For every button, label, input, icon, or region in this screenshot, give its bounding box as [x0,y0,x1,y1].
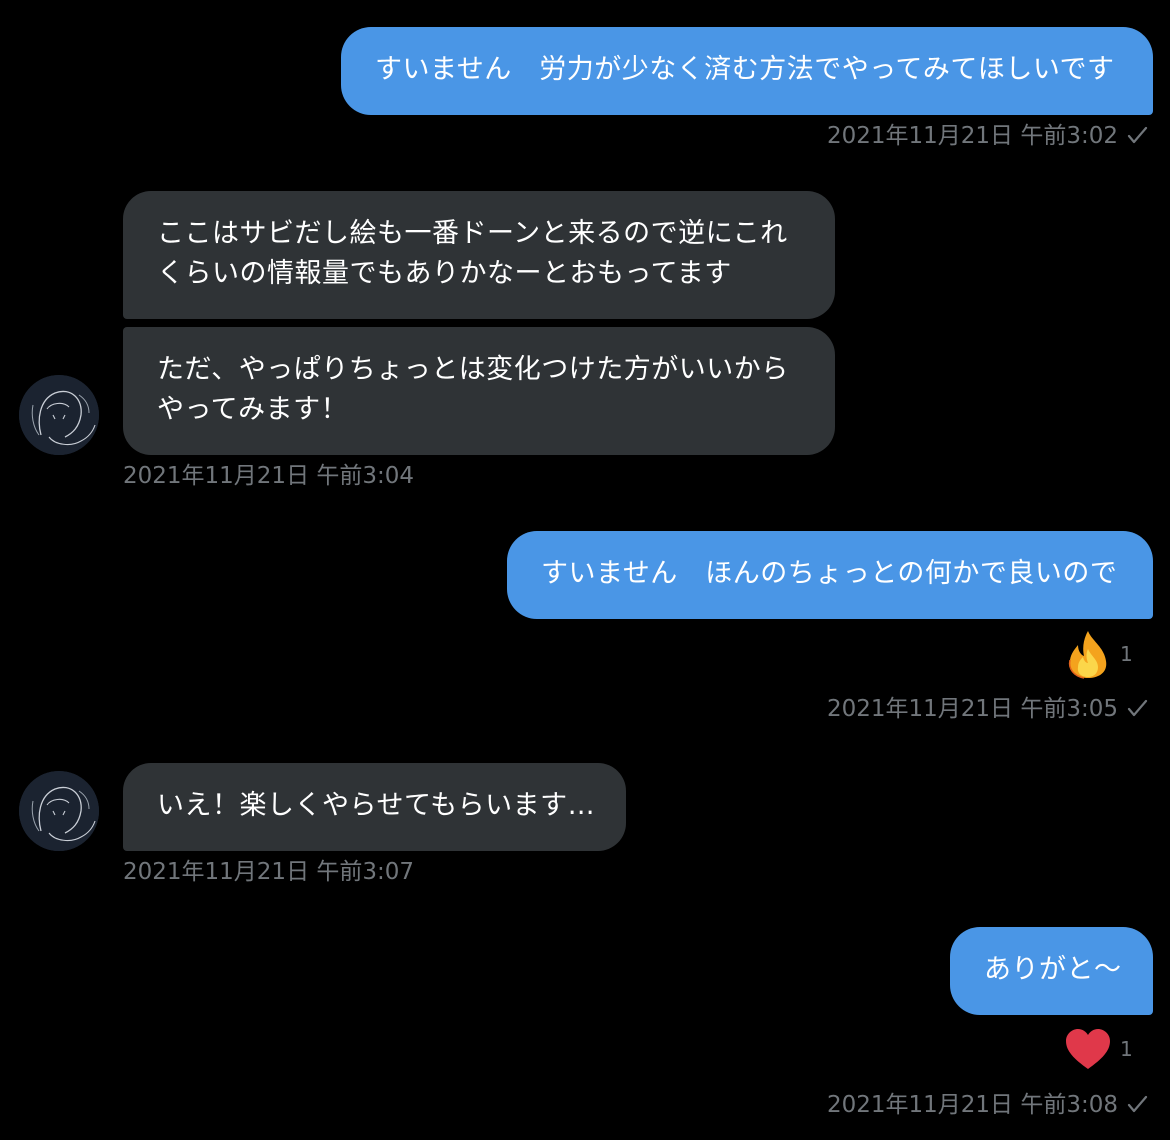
timestamp-text: 2021年11月21日 午前3:04 [123,463,415,489]
message-timestamp: 2021年11月21日 午前3:05 [827,694,1148,724]
reaction-count: 1 [1120,1037,1133,1061]
message-timestamp: 2021年11月21日 午前3:07 [123,857,414,887]
check-icon [1127,1095,1148,1113]
message-timestamp: 2021年11月21日 午前3:04 [123,461,414,491]
message-reaction[interactable]: 1 [1064,629,1133,679]
conversation: すいません 労力が少なく済む方法でやってみてほしいです 2021年11月21日 … [0,0,1170,1140]
avatar-sketch-icon [19,375,99,455]
outgoing-message[interactable]: ありがと〜 [950,927,1153,1015]
message-reaction[interactable]: 1 [1064,1027,1133,1071]
avatar-sketch-icon [19,771,99,851]
incoming-message[interactable]: ここはサビだし絵も一番ドーンと来るので逆にこれ くらいの情報量でもありかなーとお… [123,191,835,319]
avatar[interactable] [19,375,99,455]
fire-icon [1068,631,1107,679]
message-timestamp: 2021年11月21日 午前3:08 [827,1090,1148,1120]
avatar[interactable] [19,771,99,851]
timestamp-text: 2021年11月21日 午前3:05 [826,696,1118,722]
reaction-count: 1 [1120,642,1133,666]
check-icon [1127,126,1148,144]
incoming-message[interactable]: いえ！楽しくやらせてもらいます… [123,763,626,851]
timestamp-text: 2021年11月21日 午前3:02 [826,123,1118,149]
incoming-message[interactable]: ただ、やっぱりちょっとは変化つけた方がいいから やってみます！ [123,327,835,455]
timestamp-text: 2021年11月21日 午前3:08 [826,1092,1118,1118]
heart-icon [1066,1029,1110,1069]
outgoing-message[interactable]: すいません 労力が少なく済む方法でやってみてほしいです [341,27,1153,115]
outgoing-message[interactable]: すいません ほんのちょっとの何かで良いので [507,531,1153,619]
check-icon [1127,699,1148,717]
timestamp-text: 2021年11月21日 午前3:07 [123,859,415,885]
message-timestamp: 2021年11月21日 午前3:02 [827,121,1148,151]
